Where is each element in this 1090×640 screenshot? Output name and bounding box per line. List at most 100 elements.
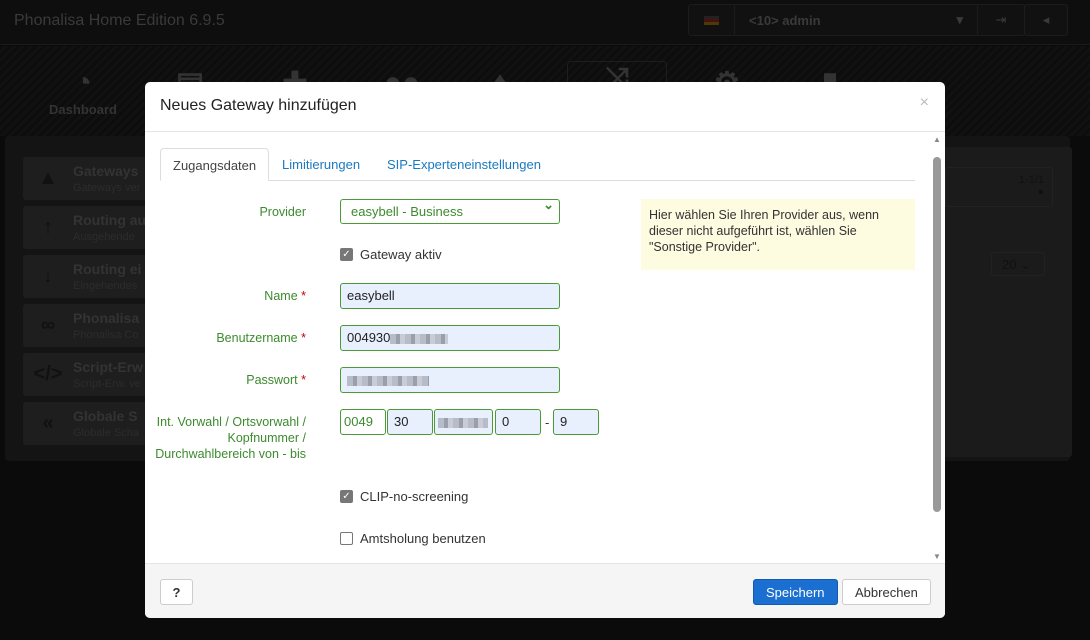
checkbox-checked-icon: ✓	[340, 248, 353, 261]
dialog-body: Zugangsdaten Limitierungen SIP-Expertene…	[145, 133, 930, 563]
sidebar-sub: Ausgehende	[73, 231, 135, 243]
sidebar-title: Routing ei	[73, 261, 142, 277]
tab-bar: Zugangsdaten Limitierungen SIP-Expertene…	[160, 148, 915, 181]
intl-prefix-value: 0049	[344, 414, 373, 429]
head-number-input[interactable]	[434, 409, 493, 435]
dialog-scrollbar[interactable]: ▲ ▼	[930, 133, 944, 563]
help-button[interactable]: ?	[160, 579, 193, 605]
extension-to-value: 9	[560, 414, 568, 429]
extension-to-input[interactable]: 9	[553, 409, 599, 435]
user-box: <10> admin ▾ ⇥	[688, 4, 1025, 36]
extension-from-input[interactable]: 0	[495, 409, 541, 435]
sidebar-sub: Script-Erw. ve	[73, 378, 141, 390]
username-value: 004930	[347, 330, 391, 345]
sidebar-item-global[interactable]: « Globale S Globale Scha	[23, 402, 153, 445]
code-icon: </>	[33, 363, 63, 385]
password-input[interactable]	[340, 367, 560, 393]
sidebar-item-phonalisa[interactable]: ∞ Phonalisa Phonalisa Co	[23, 304, 153, 347]
german-flag-icon	[704, 15, 719, 25]
name-label-text: Name	[264, 289, 298, 303]
help-icon[interactable]: ●	[1037, 186, 1044, 198]
reply-all-icon: «	[42, 412, 54, 434]
clip-label: CLIP-no-screening	[360, 489, 469, 504]
provider-value: easybell - Business	[351, 204, 463, 219]
nav-label: Dashboard	[49, 102, 117, 117]
arrow-down-icon: ↓	[43, 265, 53, 287]
sidebar-title: Script-Erw	[73, 359, 144, 375]
dialog-title: Neues Gateway hinzufügen	[160, 97, 357, 114]
sidebar-title: Gateways	[73, 163, 139, 179]
top-bar: Phonalisa Home Edition 6.9.5 <10> admin ▾…	[0, 0, 1090, 45]
sidebar-sub: Gateways ver	[73, 182, 141, 194]
caret-down-icon: ▾	[956, 12, 963, 27]
save-button[interactable]: Speichern	[753, 579, 838, 605]
amt-label: Amtsholung benutzen	[360, 531, 486, 546]
area-code-value: 30	[394, 414, 409, 429]
user-select[interactable]: <10> admin ▾	[735, 5, 978, 35]
redacted	[347, 375, 429, 386]
dashboard-icon: ◔	[73, 66, 93, 99]
sidebar-sub: Phonalisa Co	[73, 329, 139, 341]
app-title: Phonalisa Home Edition 6.9.5	[14, 12, 225, 29]
redacted	[438, 417, 488, 428]
password-label: Passwort *	[246, 373, 306, 387]
tab-zugangsdaten[interactable]: Zugangsdaten	[160, 148, 270, 181]
link-icon: ∞	[40, 314, 56, 336]
sidebar-item-script[interactable]: </> Script-Erw Script-Erw. ve	[23, 353, 153, 396]
sidebar-item-routing-out[interactable]: ↑ Routing au Ausgehende	[23, 206, 153, 249]
password-label-text: Passwort	[246, 373, 298, 387]
road-icon: ▲	[38, 167, 58, 189]
add-gateway-dialog: Neues Gateway hinzufügen × Zugangsdaten …	[145, 82, 945, 618]
username-label-text: Benutzername	[216, 331, 298, 345]
tab-limitierungen[interactable]: Limitierungen	[270, 148, 372, 181]
pager: 1-1/1 ●	[945, 167, 1053, 207]
help-text-box: Hier wählen Sie Ihren Provider aus, wenn…	[641, 199, 915, 270]
name-label: Name *	[264, 289, 306, 303]
sidebar-title: Routing au	[73, 212, 147, 228]
sidebar-item-routing-in[interactable]: ↓ Routing ei Eingehendes	[23, 255, 153, 298]
scrollbar-thumb[interactable]	[933, 157, 941, 512]
pager-text: 1-1/1	[1018, 174, 1044, 186]
provider-select[interactable]: easybell - Business	[340, 197, 560, 224]
name-value: easybell	[347, 288, 395, 303]
name-input[interactable]: easybell	[340, 283, 560, 309]
area-code-input[interactable]: 30	[387, 409, 433, 435]
sidebar-item-gateways[interactable]: ▲ Gateways Gateways ver	[23, 157, 153, 200]
gateway-active-label: Gateway aktiv	[360, 247, 442, 262]
checkbox-unchecked-icon	[340, 532, 353, 545]
scroll-down-icon[interactable]: ▼	[933, 552, 941, 561]
scroll-up-icon[interactable]: ▲	[933, 135, 941, 144]
collapse-button[interactable]: ◂	[1024, 4, 1068, 36]
sidebar-title: Phonalisa	[73, 310, 140, 326]
sidebar-sub: Globale Scha	[73, 427, 140, 439]
redacted	[390, 333, 449, 344]
sign-out-icon: ⇥	[995, 12, 1007, 27]
checkbox-checked-icon: ✓	[340, 490, 353, 503]
page-size-select[interactable]: 20 ⌄	[991, 252, 1045, 276]
username-label: Benutzername *	[216, 331, 306, 345]
clip-no-screening-checkbox[interactable]: ✓ CLIP-no-screening	[340, 489, 468, 504]
close-icon[interactable]: ×	[920, 94, 929, 112]
cancel-button[interactable]: Abbrechen	[842, 579, 931, 605]
sidebar-sub: Eingehendes	[73, 280, 138, 292]
tab-sip-experteneinstellungen[interactable]: SIP-Experteneinstellungen	[375, 148, 553, 181]
logout-button[interactable]: ⇥	[978, 5, 1024, 35]
amtsholung-checkbox[interactable]: Amtsholung benutzen	[340, 531, 486, 546]
nav-dashboard[interactable]: ◔ Dashboard	[33, 66, 133, 117]
gateway-active-checkbox[interactable]: ✓ Gateway aktiv	[340, 247, 442, 262]
dialog-header: Neues Gateway hinzufügen ×	[145, 82, 945, 132]
arrow-up-icon: ↑	[43, 216, 53, 238]
dialog-footer: ? Speichern Abbrechen	[145, 563, 945, 618]
sidebar-title: Globale S	[73, 408, 138, 424]
range-separator: -	[545, 415, 550, 430]
user-name: <10> admin	[749, 12, 821, 28]
caret-left-icon: ◂	[1042, 12, 1050, 27]
intl-prefix-input[interactable]: 0049	[340, 409, 386, 435]
sidebar: ▲ Gateways Gateways ver ↑ Routing au Ausgehe…	[23, 157, 153, 451]
extension-from-value: 0	[502, 414, 510, 429]
page-size-value: 20	[1002, 257, 1017, 272]
username-input[interactable]: 004930	[340, 325, 560, 351]
prefix-label: Int. Vorwahl / Ortsvorwahl / Kopfnummer …	[155, 415, 306, 461]
provider-label: Provider	[259, 205, 306, 219]
language-flag[interactable]	[689, 5, 735, 35]
